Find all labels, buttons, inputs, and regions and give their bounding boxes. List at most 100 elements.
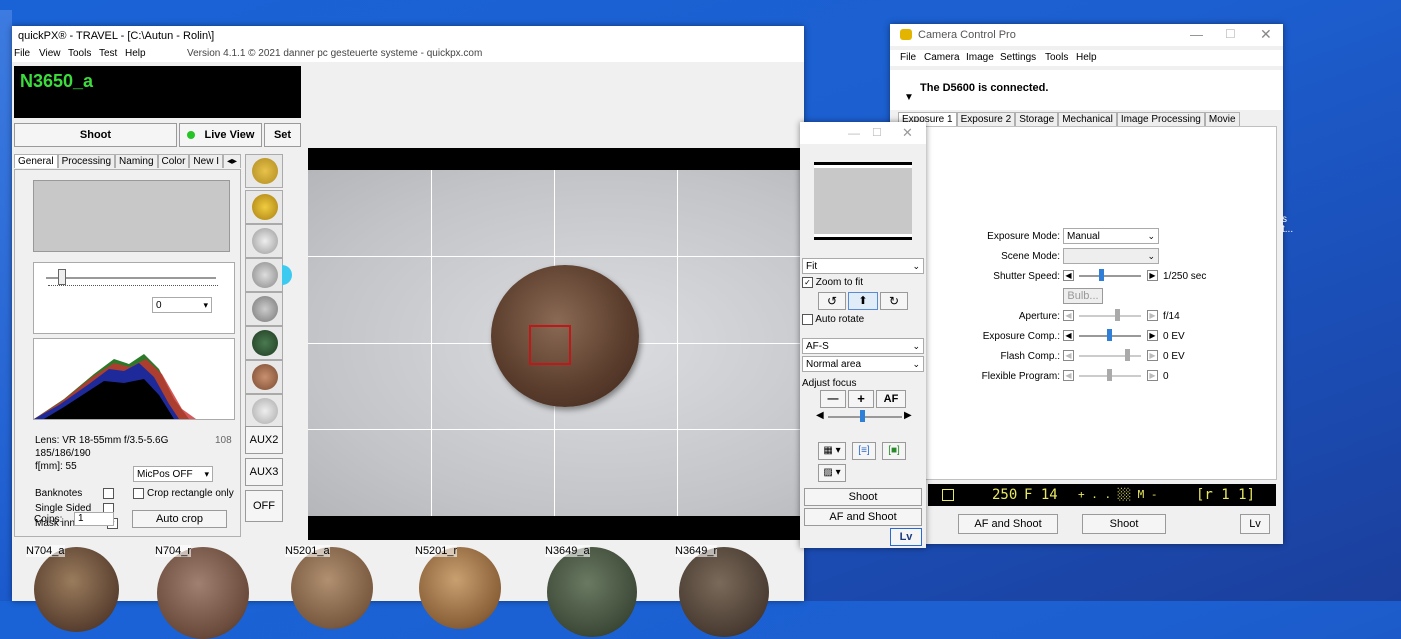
ccp-menu-image[interactable]: Image — [966, 52, 994, 63]
shutter-left-icon[interactable]: ◀ — [1063, 270, 1074, 281]
ccp-menu-help[interactable]: Help — [1076, 52, 1097, 63]
maximize-icon[interactable]: ☐ — [1225, 27, 1236, 41]
exposure-mode-select[interactable]: Manual ⌄ — [1063, 228, 1159, 244]
flash-comp-thumb[interactable] — [1125, 349, 1130, 361]
menu-file[interactable]: File — [14, 48, 30, 59]
menu-test[interactable]: Test — [99, 48, 117, 59]
thumbnail[interactable]: N704_a — [26, 541, 126, 632]
flex-thumb[interactable] — [1107, 369, 1112, 381]
collapse-arrow-icon[interactable]: ▼ — [904, 92, 914, 103]
thumbnail[interactable]: N5201_a — [285, 541, 385, 629]
tab-naming[interactable]: Naming — [115, 154, 158, 168]
level-slider-thumb[interactable] — [58, 269, 66, 285]
rotate-right-button[interactable]: ↻ — [880, 292, 908, 310]
focus-right-icon[interactable]: ▶ — [904, 410, 912, 421]
coin-preset-8[interactable] — [245, 394, 283, 428]
tab-storage[interactable]: Storage — [1015, 112, 1059, 126]
coins-input[interactable]: 1 — [74, 512, 114, 526]
level-select[interactable]: 0 ▾ — [152, 297, 212, 313]
bulb-button[interactable]: Bulb... — [1063, 288, 1103, 304]
coin-preset-3[interactable] — [245, 224, 283, 258]
thumbnail[interactable]: N5201_r — [415, 541, 515, 629]
aperture-thumb[interactable] — [1115, 309, 1120, 321]
tab-scroll-arrows[interactable]: ◂▸ — [222, 154, 242, 168]
ccp-menu-camera[interactable]: Camera — [924, 52, 960, 63]
auto-rotate-row[interactable]: Auto rotate — [802, 314, 864, 325]
menu-view[interactable]: View — [39, 48, 61, 59]
flex-left-icon[interactable]: ◀ — [1063, 370, 1074, 381]
tab-general[interactable]: General — [14, 154, 58, 168]
thumbnail[interactable]: N3649_a — [545, 541, 645, 637]
focus-plus-button[interactable]: + — [848, 390, 874, 408]
focus-thumb[interactable] — [860, 410, 865, 422]
af-area-select[interactable]: Normal area ⌄ — [802, 356, 924, 372]
tab-new[interactable]: New I — [189, 154, 223, 168]
close-icon[interactable]: ✕ — [1260, 26, 1272, 43]
af-mode-select[interactable]: AF-S ⌄ — [802, 338, 924, 354]
coin-preset-7[interactable] — [245, 360, 283, 394]
lv-button[interactable]: Lv — [890, 528, 922, 546]
tab-movie[interactable]: Movie — [1204, 112, 1240, 126]
focus-af-button[interactable]: AF — [876, 390, 906, 408]
exp-comp-left-icon[interactable]: ◀ — [1063, 330, 1074, 341]
shutter-thumb[interactable] — [1099, 269, 1104, 281]
coin-preset-5[interactable] — [245, 292, 283, 326]
flash-comp-right-icon[interactable]: ▶ — [1147, 350, 1158, 361]
coin-preset-6[interactable] — [245, 326, 283, 360]
scene-mode-select[interactable]: ⌄ — [1063, 248, 1159, 264]
banknotes-checkbox[interactable] — [103, 488, 114, 499]
upload-button[interactable]: ⬆ — [848, 292, 878, 310]
micpos-select[interactable]: MicPos OFF ▾ — [133, 466, 213, 482]
ccp-af-and-shoot-button[interactable]: AF and Shoot — [958, 514, 1058, 534]
minimize-icon[interactable]: — — [1190, 27, 1203, 42]
menu-help[interactable]: Help — [125, 48, 146, 59]
live-view-area[interactable] — [308, 148, 802, 540]
histogram-toggle-button[interactable]: ▨ ▾ — [818, 464, 846, 482]
ccp-shoot-button[interactable]: Shoot — [1082, 514, 1166, 534]
lv-maximize-icon[interactable]: ☐ — [872, 126, 882, 139]
flash-comp-left-icon[interactable]: ◀ — [1063, 350, 1074, 361]
tab-processing[interactable]: Processing — [57, 154, 116, 168]
focus-minus-button[interactable]: — — [820, 390, 846, 408]
coin-preset-2[interactable] — [245, 190, 283, 224]
auto-rotate-checkbox[interactable] — [802, 314, 813, 325]
aux2-button[interactable]: AUX2 — [245, 426, 283, 454]
lv-close-icon[interactable]: ✕ — [902, 125, 913, 141]
shutter-right-icon[interactable]: ▶ — [1147, 270, 1158, 281]
overlay-button[interactable]: [≡] — [852, 442, 876, 460]
exp-comp-thumb[interactable] — [1107, 329, 1112, 341]
aperture-left-icon[interactable]: ◀ — [1063, 310, 1074, 321]
zoom-to-fit-checkbox[interactable]: ✓ — [802, 277, 813, 288]
rotate-left-button[interactable]: ↺ — [818, 292, 846, 310]
tab-mechanical[interactable]: Mechanical — [1058, 112, 1117, 126]
display-button[interactable]: [■] — [882, 442, 906, 460]
tab-color[interactable]: Color — [157, 154, 190, 168]
off-button[interactable]: OFF — [245, 490, 283, 522]
tab-image-processing[interactable]: Image Processing — [1116, 112, 1205, 126]
aperture-right-icon[interactable]: ▶ — [1147, 310, 1158, 321]
lv-af-and-shoot-button[interactable]: AF and Shoot — [804, 508, 922, 526]
menu-tools[interactable]: Tools — [68, 48, 91, 59]
live-view-button[interactable]: Live View — [179, 123, 262, 147]
tab-exposure-2[interactable]: Exposure 2 — [956, 112, 1016, 126]
focus-left-icon[interactable]: ◀ — [816, 410, 824, 421]
grid-toggle-button[interactable]: ▦ ▾ — [818, 442, 846, 460]
ccp-menu-settings[interactable]: Settings — [1000, 52, 1036, 63]
coin-preset-1[interactable] — [245, 154, 283, 188]
coin-preset-4[interactable] — [245, 258, 292, 292]
thumbnail[interactable]: N704_r — [155, 541, 255, 639]
aux3-button[interactable]: AUX3 — [245, 458, 283, 486]
zoom-to-fit-row[interactable]: ✓ Zoom to fit — [802, 277, 863, 288]
ccp-lv-button[interactable]: Lv — [1240, 514, 1270, 534]
flex-right-icon[interactable]: ▶ — [1147, 370, 1158, 381]
lv-minimize-icon[interactable]: — — [848, 126, 860, 140]
shoot-button[interactable]: Shoot — [14, 123, 177, 147]
lv-shoot-button[interactable]: Shoot — [804, 488, 922, 506]
set-button[interactable]: Set — [264, 123, 301, 147]
fit-select[interactable]: Fit ⌄ — [802, 258, 924, 274]
ccp-menu-tools[interactable]: Tools — [1045, 52, 1068, 63]
crop-rect-checkbox[interactable] — [133, 488, 144, 499]
thumbnail[interactable]: N3649_r — [675, 541, 775, 637]
ccp-menu-file[interactable]: File — [900, 52, 916, 63]
auto-crop-button[interactable]: Auto crop — [132, 510, 227, 528]
